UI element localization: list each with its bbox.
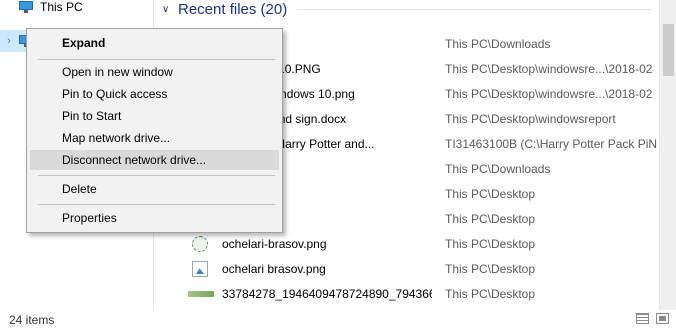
file-location: This PC\Desktop\windowsre...\2018-02 xyxy=(445,62,653,76)
context-menu: Expand Open in new window Pin to Quick a… xyxy=(26,28,283,233)
chevron-right-icon[interactable]: › xyxy=(2,35,16,47)
file-location: This PC\Desktop xyxy=(445,212,536,226)
file-location: This PC\Downloads xyxy=(445,37,551,51)
menu-item-delete[interactable]: Delete xyxy=(30,179,279,199)
image-icon xyxy=(192,261,208,277)
menu-item-map-network-drive[interactable]: Map network drive... xyxy=(30,128,279,148)
scrollbar-thumb[interactable] xyxy=(663,24,674,76)
file-location: This PC\Desktop xyxy=(445,262,536,276)
menu-item-disconnect-network-drive[interactable]: Disconnect network drive... xyxy=(30,150,279,170)
large-icons-view-icon[interactable] xyxy=(656,313,669,324)
menu-item-label: Open in new window xyxy=(62,65,173,79)
group-divider xyxy=(297,8,652,10)
menu-item-label: Properties xyxy=(62,211,117,225)
details-view-icon[interactable] xyxy=(636,313,649,324)
file-row[interactable]: 33784278_1946409478724890_7943667... Thi… xyxy=(154,282,659,307)
menu-separator xyxy=(38,59,275,60)
nav-item-this-pc[interactable]: This PC xyxy=(0,0,153,18)
file-location: This PC\Desktop xyxy=(445,187,536,201)
vertical-scrollbar[interactable] xyxy=(659,0,676,310)
group-title: Recent files (20) xyxy=(178,0,288,18)
computer-icon xyxy=(18,0,34,14)
menu-item-label: Delete xyxy=(62,182,97,196)
file-location: TI31463100B (C:\Harry Potter Pack PiN xyxy=(445,137,658,151)
menu-item-label: Pin to Start xyxy=(62,109,122,123)
chevron-down-icon[interactable]: ∨ xyxy=(162,4,176,15)
banner-image-icon xyxy=(188,291,214,297)
file-location: This PC\Desktop\windowsre...\2018-02 xyxy=(445,87,653,101)
file-location: This PC\Desktop\windowsreport xyxy=(445,112,616,126)
menu-separator xyxy=(38,204,275,205)
menu-item-pin-quick-access[interactable]: Pin to Quick access xyxy=(30,84,279,104)
file-name: ochelari-brasov.png xyxy=(222,237,327,251)
file-name: 33784278_1946409478724890_7943667... xyxy=(222,287,432,301)
menu-separator xyxy=(38,175,275,176)
menu-item-label: Map network drive... xyxy=(62,131,171,145)
menu-item-expand[interactable]: Expand xyxy=(30,33,279,53)
group-header[interactable]: ∨ Recent files (20) xyxy=(162,0,652,18)
file-location: This PC\Desktop xyxy=(445,287,536,301)
menu-item-label: Disconnect network drive... xyxy=(62,153,207,167)
file-row[interactable]: ochelari-brasov.png This PC\Desktop xyxy=(154,232,659,257)
file-location: This PC\Desktop xyxy=(445,237,536,251)
recycle-image-icon xyxy=(192,236,208,252)
menu-item-label: Expand xyxy=(62,36,106,50)
status-bar: 24 items xyxy=(0,310,676,328)
file-location: This PC\Downloads xyxy=(445,162,551,176)
item-count: 24 items xyxy=(9,313,55,327)
nav-item-label: This PC xyxy=(40,0,83,14)
file-row[interactable]: ochelari brasov.png This PC\Desktop xyxy=(154,257,659,282)
menu-item-properties[interactable]: Properties xyxy=(30,208,279,228)
menu-item-open-new-window[interactable]: Open in new window xyxy=(30,62,279,82)
menu-item-pin-start[interactable]: Pin to Start xyxy=(30,106,279,126)
file-name: ochelari brasov.png xyxy=(222,262,326,276)
menu-item-label: Pin to Quick access xyxy=(62,87,168,101)
